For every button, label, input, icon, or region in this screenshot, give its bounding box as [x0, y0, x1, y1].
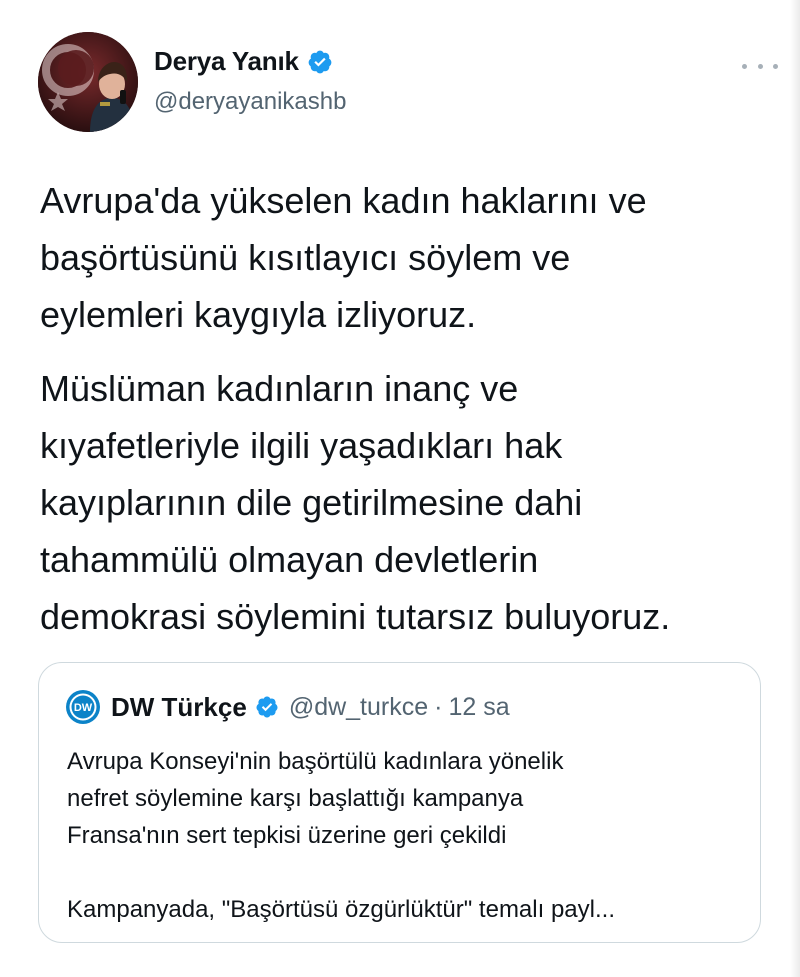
quoted-text-line: Kampanyada, "Başörtüsü özgürlüktür" tema…: [67, 896, 615, 923]
avatar-photo: [38, 32, 138, 132]
page-edge-shadow: [790, 0, 800, 977]
text-line: kıyafetleriyle ilgili yaşadıkları hak: [40, 425, 563, 466]
text-line: tahammülü olmayan devletlerin: [40, 539, 539, 580]
author-display-name[interactable]: Derya Yanık: [154, 46, 299, 77]
tweet-paragraph: Müslüman kadınların inanç ve kıyafetleri…: [40, 360, 770, 645]
tweet-paragraph: Avrupa'da yükselen kadın haklarını ve ba…: [40, 172, 770, 343]
author-name-row: Derya Yanık: [154, 46, 333, 77]
more-dots-icon[interactable]: [742, 56, 778, 76]
verified-badge-icon: [307, 49, 333, 75]
text-line: başörtüsünü kısıtlayıcı söylem ve: [40, 237, 571, 278]
author-handle[interactable]: @deryayanikashb: [154, 88, 346, 116]
separator-dot: ·: [434, 692, 443, 721]
text-line: demokrasi söylemini tutarsız buluyoruz.: [40, 596, 671, 637]
dw-logo-icon[interactable]: DW: [65, 689, 101, 725]
quoted-handle[interactable]: @dw_turkce: [289, 693, 428, 722]
quoted-timestamp[interactable]: 12 sa: [448, 693, 509, 722]
quoted-text-line: Avrupa Konseyi'nin başörtülü kadınlara y…: [67, 748, 564, 775]
tweet-header: Derya Yanık @deryayanikashb: [38, 32, 778, 132]
avatar[interactable]: [38, 32, 138, 132]
text-line: Müslüman kadınların inanç ve: [40, 368, 519, 409]
text-line: eylemleri kaygıyla izliyoruz.: [40, 294, 477, 335]
tweet-text: Avrupa'da yükselen kadın haklarını ve ba…: [40, 172, 770, 662]
quoted-text-line: nefret söylemine karşı başlattığı kampan…: [67, 785, 524, 812]
quoted-tweet-header: DW DW Türkçe @dw_turkce · 12 sa: [65, 689, 510, 725]
quoted-tweet-card[interactable]: DW DW Türkçe @dw_turkce · 12 sa Avrupa K…: [38, 662, 761, 943]
text-line: Avrupa'da yükselen kadın haklarını ve: [40, 180, 647, 221]
svg-text:DW: DW: [74, 702, 93, 714]
quoted-display-name[interactable]: DW Türkçe: [111, 692, 247, 723]
quoted-tweet-text: Avrupa Konseyi'nin başörtülü kadınlara y…: [67, 743, 747, 928]
text-line: kayıplarının dile getirilmesine dahi: [40, 482, 583, 523]
quoted-text-line: Fransa'nın sert tepkisi üzerine geri çek…: [67, 822, 507, 849]
verified-badge-icon: [255, 695, 279, 719]
